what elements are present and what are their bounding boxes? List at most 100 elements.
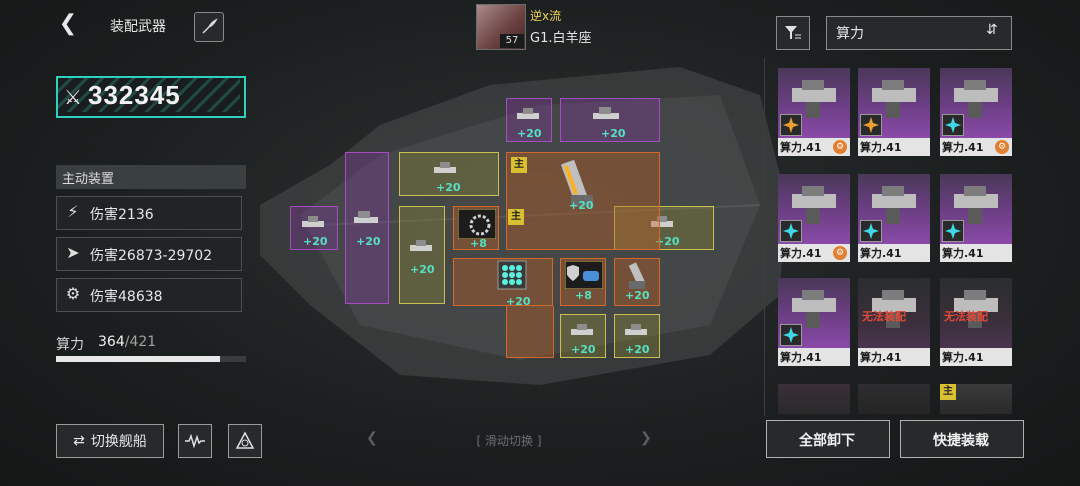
inventory-card-partial[interactable]: 主 bbox=[940, 384, 1012, 414]
capacity-bar-fill bbox=[56, 356, 220, 362]
fleet-button[interactable] bbox=[228, 424, 262, 458]
waveform-button[interactable] bbox=[178, 424, 212, 458]
slot-bonus: +20 bbox=[625, 289, 650, 302]
element-badge-icon bbox=[780, 324, 802, 346]
card-power-label: 算力.41 bbox=[780, 351, 822, 364]
swipe-hint-label: 滑动切换 bbox=[484, 434, 533, 448]
swipe-right-icon[interactable]: ❯ bbox=[640, 430, 652, 446]
card-power-label: 算力.41 bbox=[780, 141, 822, 154]
upgrade-gear-icon: ⚙ bbox=[833, 246, 847, 260]
missile-pod-icon bbox=[497, 260, 527, 290]
crossed-swords-icon: ⚔ bbox=[64, 85, 82, 109]
turret-icon bbox=[593, 107, 619, 119]
slot-extension bbox=[506, 306, 554, 358]
fleet-icon bbox=[235, 431, 255, 449]
turret-icon bbox=[354, 211, 378, 223]
gear-module-icon bbox=[458, 209, 496, 239]
capacity-max: /421 bbox=[124, 334, 157, 350]
inventory-card[interactable]: 无法装配算力.41 bbox=[940, 278, 1012, 366]
slot-bonus: +20 bbox=[625, 343, 650, 356]
switch-ship-label: 切换舰船 bbox=[90, 434, 147, 450]
sort-order-icon[interactable]: ⇵ bbox=[986, 22, 998, 38]
slot-bonus: +20 bbox=[517, 127, 542, 140]
weapon-slot[interactable]: +20 bbox=[453, 258, 553, 308]
slot-bonus: +20 bbox=[569, 199, 594, 212]
slash-icon: ⚡ bbox=[67, 202, 79, 221]
gear-ring-icon: ⚙ bbox=[65, 284, 81, 303]
filter-button[interactable] bbox=[776, 16, 810, 50]
cannot-equip-warning: 无法装配 bbox=[862, 310, 906, 323]
slot-bonus: +8 bbox=[575, 289, 592, 302]
card-power-label: 算力.41 bbox=[942, 247, 984, 260]
weapon-slot[interactable]: 主 +8 bbox=[453, 206, 524, 250]
weapon-slot[interactable]: +20 bbox=[560, 98, 660, 142]
element-badge-icon bbox=[942, 114, 964, 136]
inventory-card[interactable]: 算力.41 bbox=[778, 278, 850, 366]
element-badge-icon bbox=[780, 220, 802, 242]
pilot-level: 57 bbox=[500, 34, 524, 48]
weapon-slot[interactable]: +20 bbox=[399, 206, 445, 304]
turret-icon bbox=[434, 162, 456, 173]
inventory-card-partial[interactable] bbox=[858, 384, 930, 414]
weapon-slot[interactable]: 主 +20 bbox=[506, 152, 660, 250]
weapon-slot[interactable]: +20 bbox=[345, 152, 389, 304]
inventory-card[interactable]: 算力.41 bbox=[858, 174, 930, 262]
turret-icon bbox=[625, 324, 647, 335]
slot-bonus: +20 bbox=[303, 235, 328, 248]
active-device-label: 伤害48638 bbox=[90, 289, 163, 305]
weapon-slot[interactable]: +20 bbox=[506, 98, 552, 142]
unload-all-label: 全部卸下 bbox=[799, 433, 855, 449]
main-slot-tag: 主 bbox=[940, 384, 956, 400]
capacity-label: 算力 bbox=[56, 337, 84, 353]
combat-power-value: 332345 bbox=[88, 80, 181, 110]
cannon-icon bbox=[628, 262, 646, 289]
active-devices-title: 主动装置 bbox=[62, 172, 115, 187]
pilot-name: 逆x流 bbox=[530, 9, 562, 23]
back-icon[interactable]: ❮ bbox=[56, 12, 80, 36]
turret-icon bbox=[410, 240, 432, 251]
slot-bonus: +8 bbox=[470, 237, 487, 250]
slot-bonus: +20 bbox=[571, 343, 596, 356]
inventory-card[interactable]: 算力.41⚙ bbox=[940, 68, 1012, 156]
slot-bonus: +20 bbox=[410, 263, 435, 276]
inventory-card[interactable]: 算力.41 ⚙ bbox=[778, 174, 850, 262]
filter-icon bbox=[785, 26, 801, 39]
element-badge-icon bbox=[780, 114, 802, 136]
card-power-label: 算力.41 bbox=[860, 351, 902, 364]
inventory-card[interactable]: 算力.41⚙ bbox=[858, 68, 930, 156]
element-badge-icon bbox=[860, 114, 882, 136]
slot-bonus: +20 bbox=[601, 127, 626, 140]
turret-icon bbox=[302, 216, 324, 227]
rocket-icon[interactable] bbox=[194, 12, 224, 42]
swipe-hint: [ 滑动切换 ] bbox=[476, 434, 542, 448]
weapon-slot[interactable]: +20 bbox=[614, 258, 660, 306]
quick-equip-label: 快捷装载 bbox=[933, 433, 989, 449]
ship-name: G1.白羊座 bbox=[530, 31, 592, 46]
weapon-slot[interactable]: +20 bbox=[399, 152, 499, 196]
card-power-label: 算力.41 bbox=[860, 141, 902, 154]
slot-bonus: +20 bbox=[436, 181, 461, 194]
turret-icon bbox=[571, 324, 593, 335]
inventory-card[interactable]: 算力.41⚙ bbox=[778, 68, 850, 156]
shield-module-icon bbox=[565, 261, 603, 289]
card-power-label: 算力.41 bbox=[860, 247, 902, 260]
inventory-card[interactable]: 算力.41 bbox=[940, 174, 1012, 262]
cannot-equip-warning: 无法装配 bbox=[944, 310, 988, 323]
main-slot-tag: 主 bbox=[508, 209, 524, 225]
weapon-slot[interactable]: +20 bbox=[290, 206, 338, 250]
weapon-slot[interactable]: +8 bbox=[560, 258, 606, 306]
active-device-label: 伤害26873-29702 bbox=[90, 248, 213, 264]
inventory-card-partial[interactable] bbox=[778, 384, 850, 414]
switch-ship-button[interactable]: ⇄ 切换舰船 bbox=[56, 424, 164, 458]
weapon-slot[interactable]: +20 bbox=[614, 314, 660, 358]
card-power-label: 算力.41 bbox=[780, 247, 822, 260]
element-badge-icon bbox=[942, 220, 964, 242]
slot-bonus: +20 bbox=[356, 235, 381, 248]
main-slot-tag: 主 bbox=[511, 157, 527, 173]
sort-dropdown-label: 算力 bbox=[836, 26, 864, 42]
weapon-slot[interactable]: +20 bbox=[560, 314, 606, 358]
card-power-label: 算力.41 bbox=[942, 351, 984, 364]
element-badge-icon bbox=[860, 220, 882, 242]
active-device-label: 伤害2136 bbox=[90, 207, 154, 223]
inventory-card[interactable]: 无法装配算力.41 bbox=[858, 278, 930, 366]
